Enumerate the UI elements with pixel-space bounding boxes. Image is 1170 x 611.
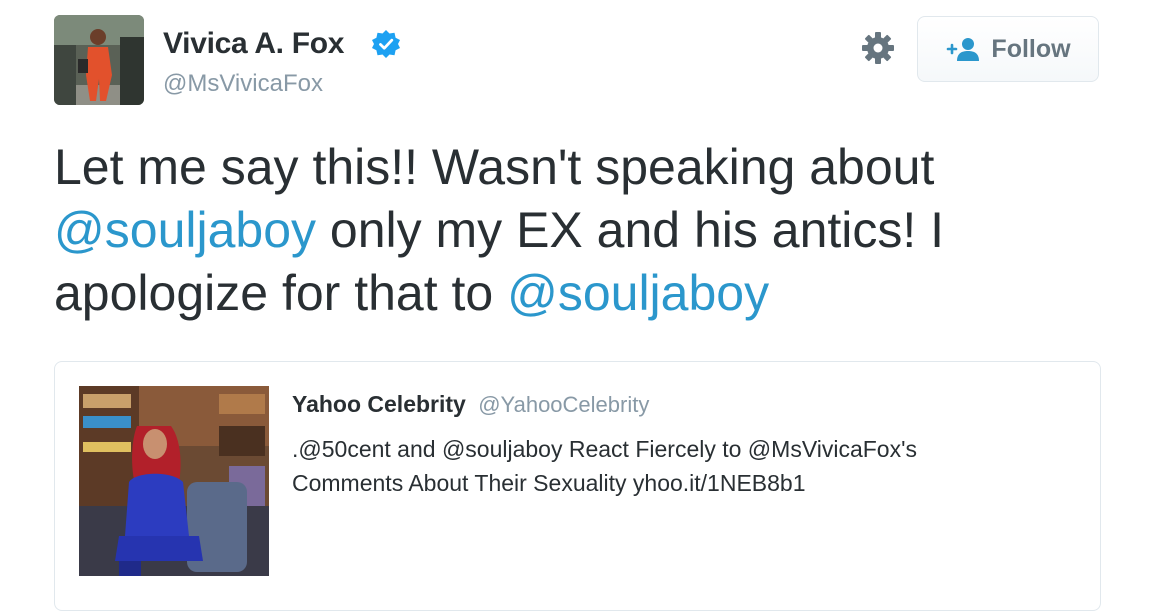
add-user-icon: [947, 38, 980, 61]
quoted-author-handle: @YahooCelebrity: [478, 392, 650, 417]
quoted-tweet-header: Yahoo Celebrity @YahooCelebrity: [292, 391, 649, 418]
quoted-tweet-line: Comments About Their Sexuality yhoo.it/1…: [292, 470, 806, 496]
mention-link[interactable]: @souljaboy: [507, 265, 769, 321]
author-handle[interactable]: @MsVivicaFox: [163, 70, 323, 98]
author-display-name[interactable]: Vivica A. Fox: [163, 27, 344, 61]
avatar-photo: [54, 15, 144, 105]
talk-show-photo: [79, 386, 269, 576]
mention-link[interactable]: @souljaboy: [54, 202, 316, 258]
author-avatar[interactable]: [54, 15, 144, 105]
gear-icon[interactable]: [860, 30, 896, 66]
follow-button[interactable]: Follow: [917, 16, 1099, 82]
quoted-tweet-text: .@50cent and @souljaboy React Fiercely t…: [292, 432, 1082, 500]
tweet-line: @souljaboy only my EX and his antics! I: [54, 199, 1054, 262]
tweet-text-segment: apologize for that to: [54, 265, 508, 321]
tweet-text: Let me say this!! Wasn't speaking about @…: [54, 136, 1054, 325]
quoted-tweet-line: .@50cent and @souljaboy React Fiercely t…: [292, 436, 917, 462]
follow-label: Follow: [991, 34, 1071, 63]
quoted-tweet-card[interactable]: Yahoo Celebrity @YahooCelebrity .@50cent…: [54, 361, 1101, 611]
tweet-text-segment: Let me say this!! Wasn't speaking about: [54, 139, 935, 195]
quoted-author-name: Yahoo Celebrity: [292, 391, 466, 417]
tweet-line: apologize for that to @souljaboy: [54, 262, 1054, 325]
tweet-line: Let me say this!! Wasn't speaking about: [54, 136, 1054, 199]
verified-badge-icon: [372, 30, 400, 58]
tweet-text-segment: only my EX and his antics! I: [316, 202, 945, 258]
quoted-tweet-image: [79, 386, 269, 576]
